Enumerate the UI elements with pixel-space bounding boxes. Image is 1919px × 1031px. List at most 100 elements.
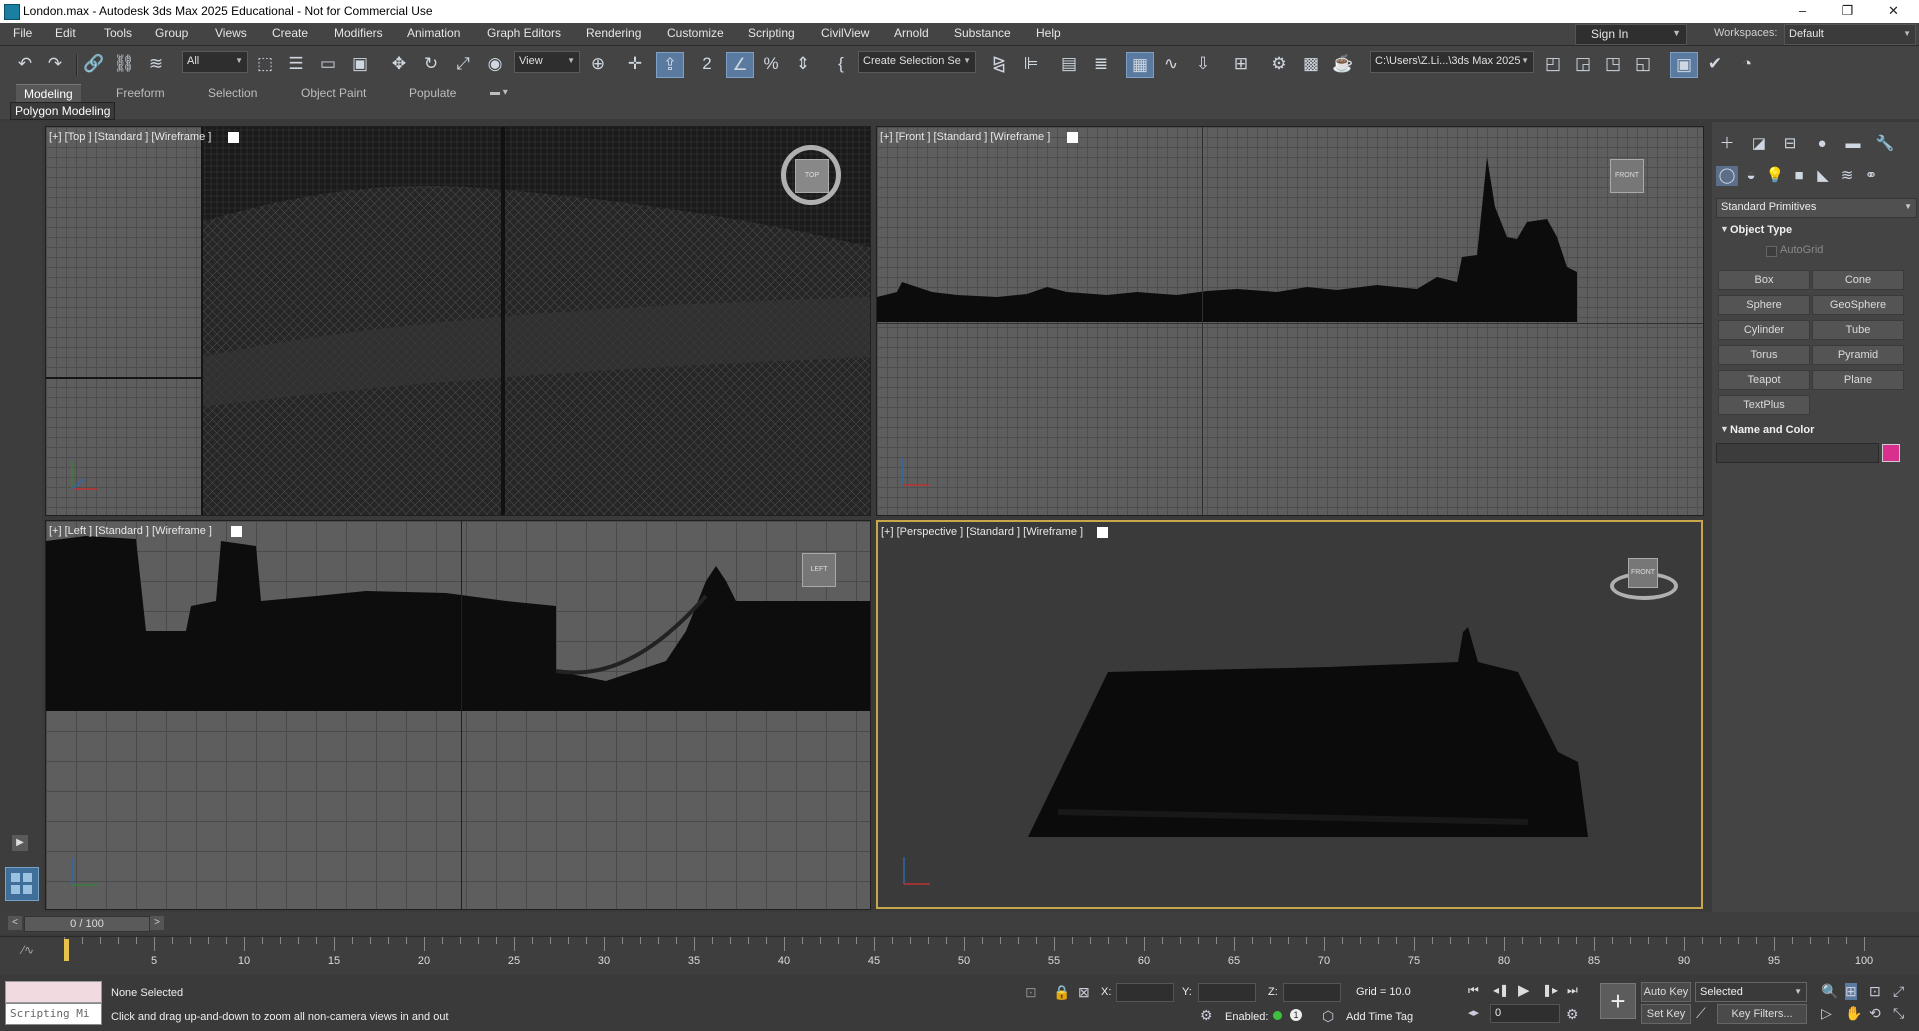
curve-editor-icon[interactable]: ∿ <box>1158 52 1184 76</box>
motion-tab-icon[interactable]: ● <box>1811 134 1833 154</box>
key-mode-dropdown[interactable]: Selected ▼ <box>1695 982 1807 1002</box>
render-production-icon[interactable]: ☕ <box>1330 52 1356 76</box>
pyramid-button[interactable]: Pyramid <box>1812 345 1904 365</box>
x-coordinate-field[interactable] <box>1116 983 1174 1002</box>
tab-modeling[interactable]: Modeling <box>16 84 81 103</box>
pan-view-icon[interactable]: ✋ <box>1845 1005 1862 1022</box>
viewport-perspective[interactable]: [+] [Perspective ] [Standard ] [Wirefram… <box>876 520 1703 909</box>
window-crossing-icon[interactable]: ▣ <box>347 52 373 76</box>
time-configuration-icon[interactable]: ⚙ <box>1566 1006 1579 1023</box>
select-object-icon[interactable]: ⬚ <box>252 52 278 76</box>
key-tangent-icon[interactable]: ⟋ <box>1696 1005 1706 1022</box>
menu-group[interactable]: Group <box>155 26 188 40</box>
object-type-rollout[interactable]: ▼ Object Type <box>1716 222 1915 240</box>
pivot-center-icon[interactable]: ⊕ <box>585 52 611 76</box>
add-time-tag[interactable]: Add Time Tag <box>1346 1011 1413 1023</box>
object-name-field[interactable] <box>1716 443 1879 463</box>
lights-icon[interactable]: 💡 <box>1764 166 1786 186</box>
layer-explorer-icon[interactable]: ≣ <box>1088 52 1114 76</box>
named-selection-dropdown[interactable]: Create Selection Se ▼ <box>858 51 976 73</box>
viewcube-top[interactable]: TOP <box>795 159 829 193</box>
menu-modifiers[interactable]: Modifiers <box>334 26 383 40</box>
unlink-icon[interactable]: ⛓ <box>111 52 137 76</box>
previous-frame-icon[interactable]: ◂❚ <box>1493 983 1509 997</box>
set-key-button[interactable]: Set Key <box>1641 1004 1691 1024</box>
systems-icon[interactable]: ⚭ <box>1860 166 1882 186</box>
placement-icon[interactable]: ◉ <box>482 52 508 76</box>
viewcube-front[interactable]: FRONT <box>1610 159 1644 193</box>
scene-explorer-icon[interactable]: ▤ <box>1056 52 1082 76</box>
schematic-view-icon[interactable]: ⇩ <box>1190 52 1216 76</box>
viewport-top-box[interactable] <box>228 132 239 143</box>
rotate-icon[interactable]: ↻ <box>418 52 444 76</box>
menu-file[interactable]: File <box>13 26 32 40</box>
menu-help[interactable]: Help <box>1036 26 1061 40</box>
name-and-color-rollout[interactable]: ▼ Name and Color <box>1716 422 1915 440</box>
viewport-top-label[interactable]: [+] [Top ] [Standard ] [Wireframe ] <box>49 131 211 143</box>
next-frame-icon[interactable]: > <box>150 916 164 930</box>
reference-coordinate-dropdown[interactable]: View ▼ <box>514 51 580 73</box>
zoom-icon[interactable]: 🔍 <box>1821 983 1838 1000</box>
box-button[interactable]: Box <box>1718 270 1810 290</box>
move-icon[interactable]: ✥ <box>386 52 412 76</box>
tab-freeform[interactable]: Freeform <box>108 84 173 102</box>
project-folder-dropdown[interactable]: C:\Users\Z.Li...\3ds Max 2025 ▼ <box>1370 51 1534 73</box>
sphere-button[interactable]: Sphere <box>1718 295 1810 315</box>
save-icon[interactable]: ▣ <box>1670 52 1698 78</box>
create-tab-icon[interactable]: ＋ <box>1716 134 1738 154</box>
shapes-icon[interactable]: ◒ <box>1740 166 1762 186</box>
play-animation-icon[interactable]: ▶ <box>1518 981 1530 999</box>
viewport-perspective-box[interactable] <box>1097 527 1108 538</box>
object-color-swatch[interactable] <box>1882 444 1900 462</box>
adaptive-degradation-icon[interactable]: ⚙ <box>1200 1007 1213 1024</box>
zoom-extents-all-icon[interactable]: ⤢ <box>1893 983 1904 1000</box>
toggle-ribbon-icon[interactable]: ▦ <box>1126 52 1154 78</box>
open-folder-icon[interactable]: ◲ <box>1570 52 1596 76</box>
sign-in-dropdown[interactable]: Sign In ▼ <box>1575 24 1687 45</box>
tab-object-paint[interactable]: Object Paint <box>293 84 374 102</box>
polygon-modeling-panel[interactable]: Polygon Modeling <box>10 102 116 120</box>
display-tab-icon[interactable]: ▬ <box>1842 134 1864 154</box>
tube-button[interactable]: Tube <box>1812 320 1904 340</box>
torus-button[interactable]: Torus <box>1718 345 1810 365</box>
hierarchy-tab-icon[interactable]: ⊟ <box>1779 134 1801 154</box>
current-frame-marker[interactable] <box>64 939 69 961</box>
redo-icon[interactable]: ↷ <box>42 52 68 76</box>
enabled-indicator-icon[interactable] <box>1273 1011 1282 1020</box>
viewport-left[interactable]: [+] [Left ] [Standard ] [Wireframe ] LEF… <box>45 520 871 910</box>
plane-button[interactable]: Plane <box>1812 370 1904 390</box>
cylinder-button[interactable]: Cylinder <box>1718 320 1810 340</box>
prev-frame-icon[interactable]: < <box>8 916 22 930</box>
play-icon[interactable]: ▶ <box>12 835 28 851</box>
modify-tab-icon[interactable]: ◪ <box>1748 134 1770 154</box>
save-project-icon[interactable]: ◳ <box>1600 52 1626 76</box>
close-button[interactable]: ✕ <box>1871 0 1916 23</box>
project-settings-icon[interactable]: ◱ <box>1630 52 1656 76</box>
tab-selection[interactable]: Selection <box>200 84 265 102</box>
rectangular-selection-icon[interactable]: ▭ <box>315 52 341 76</box>
tab-populate[interactable]: Populate <box>401 84 464 102</box>
teapot-button[interactable]: Teapot <box>1718 370 1810 390</box>
time-slider-thumb[interactable]: 0 / 100 <box>24 916 150 932</box>
utilities-tab-icon[interactable]: 🔧 <box>1874 134 1896 154</box>
scale-icon[interactable]: ⤢ <box>450 52 476 76</box>
maximize-viewport-icon[interactable]: ⤡ <box>1893 1005 1904 1022</box>
go-to-start-icon[interactable]: ⏮ <box>1468 983 1479 998</box>
viewport-left-label[interactable]: [+] [Left ] [Standard ] [Wireframe ] <box>49 525 212 537</box>
menu-animation[interactable]: Animation <box>407 26 460 40</box>
key-filters-button[interactable]: Key Filters... <box>1717 1004 1807 1024</box>
viewcube-perspective[interactable]: FRONT <box>1628 558 1658 588</box>
align-icon[interactable]: ⊫ <box>1018 52 1044 76</box>
render-setup-icon[interactable]: ⚙ <box>1266 52 1292 76</box>
z-coordinate-field[interactable] <box>1283 983 1341 1002</box>
keyboard-shortcut-override-icon[interactable]: ⇪ <box>656 52 684 78</box>
key-mode-toggle-icon[interactable]: ◂▸ <box>1468 1006 1479 1019</box>
y-coordinate-field[interactable] <box>1198 983 1256 1002</box>
material-editor-icon[interactable]: ⊞ <box>1228 52 1254 76</box>
viewport-front-box[interactable] <box>1067 132 1078 143</box>
geosphere-button[interactable]: GeoSphere <box>1812 295 1904 315</box>
orbit-icon[interactable]: ⟲ <box>1869 1005 1881 1022</box>
viewport-front-label[interactable]: [+] [Front ] [Standard ] [Wireframe ] <box>880 131 1050 143</box>
bind-space-warp-icon[interactable]: ≋ <box>143 52 169 76</box>
angle-snap-icon[interactable]: ∠ <box>726 52 754 78</box>
